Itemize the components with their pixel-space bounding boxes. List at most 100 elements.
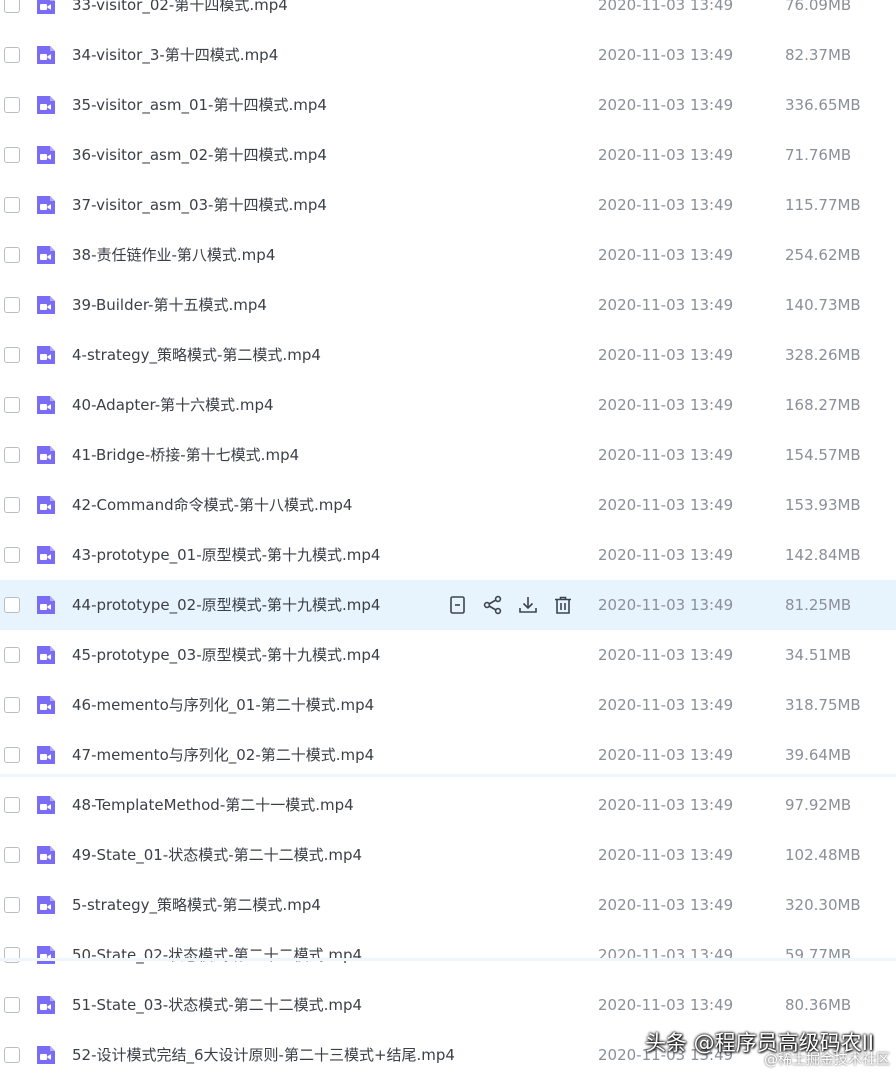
row-checkbox[interactable]: [4, 997, 20, 1013]
row-checkbox[interactable]: [4, 597, 20, 613]
file-row[interactable]: 43-prototype_01-原型模式-第十九模式.mp4 2020-11-03…: [0, 530, 896, 580]
video-file-icon: [37, 846, 55, 864]
file-row[interactable]: 33-visitor_02-第十四模式.mp4 2020-11-03 13:49 7…: [0, 0, 896, 30]
file-size: 142.84MB: [785, 546, 861, 564]
file-name[interactable]: 39-Builder-第十五模式.mp4: [72, 296, 267, 314]
file-name[interactable]: 33-visitor_02-第十四模式.mp4: [72, 0, 288, 14]
row-checkbox[interactable]: [4, 697, 20, 713]
modified-date: 2020-11-03 13:49: [598, 996, 734, 1014]
modified-date: 2020-11-03 13:49: [598, 746, 734, 764]
share-icon[interactable]: [481, 593, 505, 617]
file-size: 336.65MB: [785, 96, 861, 114]
file-row[interactable]: 40-Adapter-第十六模式.mp4 2020-11-03 13:49 168.…: [0, 380, 896, 430]
file-size: 102.48MB: [785, 846, 861, 864]
file-name[interactable]: 4-strategy_策略模式-第二模式.mp4: [72, 346, 321, 364]
row-separator: [0, 774, 896, 777]
file-row[interactable]: 51-State_03-状态模式-第二十二模式.mp4 2020-11-03 13…: [0, 980, 896, 1030]
file-name[interactable]: 34-visitor_3-第十四模式.mp4: [72, 46, 278, 64]
row-checkbox[interactable]: [4, 197, 20, 213]
file-row[interactable]: 4-strategy_策略模式-第二模式.mp4 2020-11-03 13:49…: [0, 330, 896, 380]
trash-icon[interactable]: [551, 593, 575, 617]
row-checkbox[interactable]: [4, 347, 20, 363]
video-file-icon: [37, 246, 55, 264]
file-row[interactable]: 34-visitor_3-第十四模式.mp4 2020-11-03 13:49 82…: [0, 30, 896, 80]
file-name[interactable]: 43-prototype_01-原型模式-第十九模式.mp4: [72, 546, 380, 564]
file-name[interactable]: 50-State_02-状态模式-第二十二模式.mp4: [72, 946, 362, 964]
file-row[interactable]: 49-State_01-状态模式-第二十二模式.mp4 2020-11-03 13…: [0, 830, 896, 880]
file-row[interactable]: 5-strategy_策略模式-第二模式.mp4 2020-11-03 13:49…: [0, 880, 896, 930]
row-checkbox[interactable]: [4, 97, 20, 113]
video-file-icon: [37, 1046, 55, 1064]
file-size: 80.36MB: [785, 996, 852, 1014]
file-row[interactable]: 41-Bridge-桥接-第十七模式.mp4 2020-11-03 13:49 15…: [0, 430, 896, 480]
file-row[interactable]: 47-memento与序列化_02-第二十模式.mp4 2020-11-03 13…: [0, 730, 896, 780]
file-row[interactable]: 48-TemplateMethod-第二十一模式.mp4 2020-11-03 1…: [0, 780, 896, 830]
row-checkbox[interactable]: [4, 497, 20, 513]
row-checkbox[interactable]: [4, 397, 20, 413]
modified-date: 2020-11-03 13:49: [598, 0, 734, 14]
video-file-icon: [37, 296, 55, 314]
row-checkbox[interactable]: [4, 447, 20, 463]
file-name[interactable]: 37-visitor_asm_03-第十四模式.mp4: [72, 196, 327, 214]
file-name[interactable]: 36-visitor_asm_02-第十四模式.mp4: [72, 146, 327, 164]
file-name[interactable]: 47-memento与序列化_02-第二十模式.mp4: [72, 746, 374, 764]
row-checkbox[interactable]: [4, 47, 20, 63]
download-icon[interactable]: [516, 593, 540, 617]
file-name[interactable]: 51-State_03-状态模式-第二十二模式.mp4: [72, 996, 362, 1014]
document-icon[interactable]: [446, 593, 470, 617]
file-size: 153.93MB: [785, 496, 861, 514]
file-row[interactable]: 39-Builder-第十五模式.mp4 2020-11-03 13:49 140.…: [0, 280, 896, 330]
modified-date: 2020-11-03 13:49: [598, 596, 734, 614]
file-size: 81.25MB: [785, 596, 852, 614]
file-name[interactable]: 5-strategy_策略模式-第二模式.mp4: [72, 896, 321, 914]
row-checkbox[interactable]: [4, 797, 20, 813]
file-name[interactable]: 42-Command命令模式-第十八模式.mp4: [72, 496, 352, 514]
file-name[interactable]: 48-TemplateMethod-第二十一模式.mp4: [72, 796, 354, 814]
file-name[interactable]: 41-Bridge-桥接-第十七模式.mp4: [72, 446, 299, 464]
file-size: 39.64MB: [785, 746, 852, 764]
file-name[interactable]: 52-设计模式完结_6大设计原则-第二十三模式+结尾.mp4: [72, 1046, 455, 1064]
file-name[interactable]: 44-prototype_02-原型模式-第十九模式.mp4: [72, 596, 380, 614]
video-file-icon: [37, 596, 55, 614]
row-checkbox[interactable]: [4, 647, 20, 663]
file-size: 168.27MB: [785, 396, 861, 414]
file-name[interactable]: 40-Adapter-第十六模式.mp4: [72, 396, 274, 414]
modified-date: 2020-11-03 13:49: [598, 946, 734, 964]
file-size: 34.51MB: [785, 646, 852, 664]
file-row[interactable]: 44-prototype_02-原型模式-第十九模式.mp4 2020-11-03…: [0, 580, 896, 630]
video-file-icon: [37, 346, 55, 364]
file-row[interactable]: 46-memento与序列化_01-第二十模式.mp4 2020-11-03 13…: [0, 680, 896, 730]
file-list: 33-visitor_02-第十四模式.mp4 2020-11-03 13:49 7…: [0, 0, 896, 1074]
video-file-icon: [37, 46, 55, 64]
row-checkbox[interactable]: [4, 0, 20, 13]
file-row[interactable]: 45-prototype_03-原型模式-第十九模式.mp4 2020-11-03…: [0, 630, 896, 680]
row-checkbox[interactable]: [4, 247, 20, 263]
file-name[interactable]: 35-visitor_asm_01-第十四模式.mp4: [72, 96, 327, 114]
row-checkbox[interactable]: [4, 897, 20, 913]
file-size: 97.92MB: [785, 796, 852, 814]
row-checkbox[interactable]: [4, 1047, 20, 1063]
row-checkbox[interactable]: [4, 847, 20, 863]
file-name[interactable]: 45-prototype_03-原型模式-第十九模式.mp4: [72, 646, 380, 664]
file-row[interactable]: 37-visitor_asm_03-第十四模式.mp4 2020-11-03 13…: [0, 180, 896, 230]
file-size: 59.77MB: [785, 946, 852, 964]
row-checkbox[interactable]: [4, 547, 20, 563]
file-name[interactable]: 46-memento与序列化_01-第二十模式.mp4: [72, 696, 374, 714]
video-file-icon: [37, 446, 55, 464]
file-name[interactable]: 38-责任链作业-第八模式.mp4: [72, 246, 275, 264]
modified-date: 2020-11-03 13:49: [598, 146, 734, 164]
modified-date: 2020-11-03 13:49: [598, 346, 734, 364]
row-checkbox[interactable]: [4, 147, 20, 163]
file-row[interactable]: 36-visitor_asm_02-第十四模式.mp4 2020-11-03 13…: [0, 130, 896, 180]
file-name[interactable]: 49-State_01-状态模式-第二十二模式.mp4: [72, 846, 362, 864]
row-checkbox[interactable]: [4, 297, 20, 313]
file-row[interactable]: 42-Command命令模式-第十八模式.mp4 2020-11-03 13:49…: [0, 480, 896, 530]
file-row[interactable]: 35-visitor_asm_01-第十四模式.mp4 2020-11-03 13…: [0, 80, 896, 130]
modified-date: 2020-11-03 13:49: [598, 796, 734, 814]
file-size: 71.76MB: [785, 146, 852, 164]
file-row[interactable]: 38-责任链作业-第八模式.mp4 2020-11-03 13:49 254.62M…: [0, 230, 896, 280]
row-checkbox[interactable]: [4, 747, 20, 763]
file-row[interactable]: 50-State_02-状态模式-第二十二模式.mp4 2020-11-03 13…: [0, 930, 896, 980]
file-size: 320.30MB: [785, 896, 861, 914]
video-file-icon: [37, 796, 55, 814]
